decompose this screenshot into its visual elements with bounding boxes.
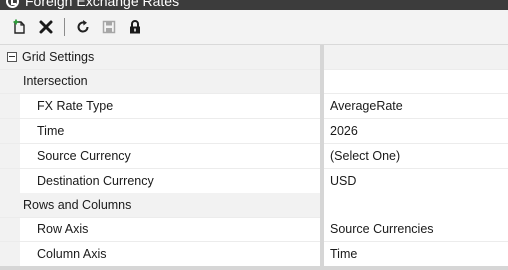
property-name: Time bbox=[37, 123, 65, 138]
toolbar-separator bbox=[64, 18, 65, 36]
property-row[interactable]: FX Rate Type AverageRate bbox=[0, 94, 508, 119]
category-value-empty bbox=[324, 193, 508, 217]
property-value[interactable]: (Select One) bbox=[324, 144, 508, 168]
app-clock-icon bbox=[6, 0, 19, 8]
lock-button[interactable] bbox=[123, 15, 147, 39]
property-value[interactable]: USD bbox=[324, 169, 508, 193]
window-title: Foreign Exchange Rates bbox=[25, 0, 180, 9]
save-button[interactable] bbox=[97, 15, 121, 39]
save-disk-icon bbox=[102, 20, 116, 34]
property-name: Source Currency bbox=[37, 148, 131, 163]
category-grid-settings[interactable]: Grid Settings bbox=[0, 45, 508, 70]
property-name: Destination Currency bbox=[37, 173, 154, 188]
category-label: Grid Settings bbox=[22, 49, 95, 64]
delete-button[interactable] bbox=[34, 15, 58, 39]
close-x-icon bbox=[39, 20, 53, 34]
property-value[interactable]: Time bbox=[324, 242, 508, 266]
property-name: FX Rate Type bbox=[37, 98, 114, 113]
property-value[interactable]: AverageRate bbox=[324, 94, 508, 118]
category-rows-and-columns[interactable]: Rows and Columns bbox=[0, 193, 508, 218]
category-label: Rows and Columns bbox=[23, 197, 132, 212]
padlock-icon bbox=[130, 20, 140, 34]
refresh-icon bbox=[77, 20, 89, 33]
new-document-icon bbox=[13, 19, 25, 34]
new-button[interactable] bbox=[8, 15, 32, 39]
category-label: Intersection bbox=[23, 74, 88, 89]
property-name: Row Axis bbox=[37, 221, 89, 236]
category-value-empty bbox=[324, 69, 508, 93]
property-row[interactable]: Destination Currency USD bbox=[0, 169, 508, 194]
property-row[interactable]: Time 2026 bbox=[0, 119, 508, 144]
property-grid: Grid Settings Intersection FX Rate Type … bbox=[0, 44, 508, 270]
property-value[interactable]: 2026 bbox=[324, 119, 508, 143]
property-name: Column Axis bbox=[37, 246, 107, 261]
title-bar: Foreign Exchange Rates bbox=[0, 0, 508, 10]
property-value[interactable]: Source Currencies bbox=[324, 217, 508, 241]
category-value-empty bbox=[324, 45, 508, 69]
collapse-minus-icon[interactable] bbox=[7, 51, 17, 62]
refresh-button[interactable] bbox=[71, 15, 95, 39]
toolbar bbox=[0, 10, 508, 44]
property-row[interactable]: Row Axis Source Currencies bbox=[0, 217, 508, 242]
category-intersection[interactable]: Intersection bbox=[0, 69, 508, 94]
property-row[interactable]: Source Currency (Select One) bbox=[0, 144, 508, 169]
property-row[interactable]: Column Axis Time bbox=[0, 242, 508, 267]
grid-bottom-border bbox=[0, 266, 508, 270]
column-splitter[interactable] bbox=[320, 45, 324, 270]
